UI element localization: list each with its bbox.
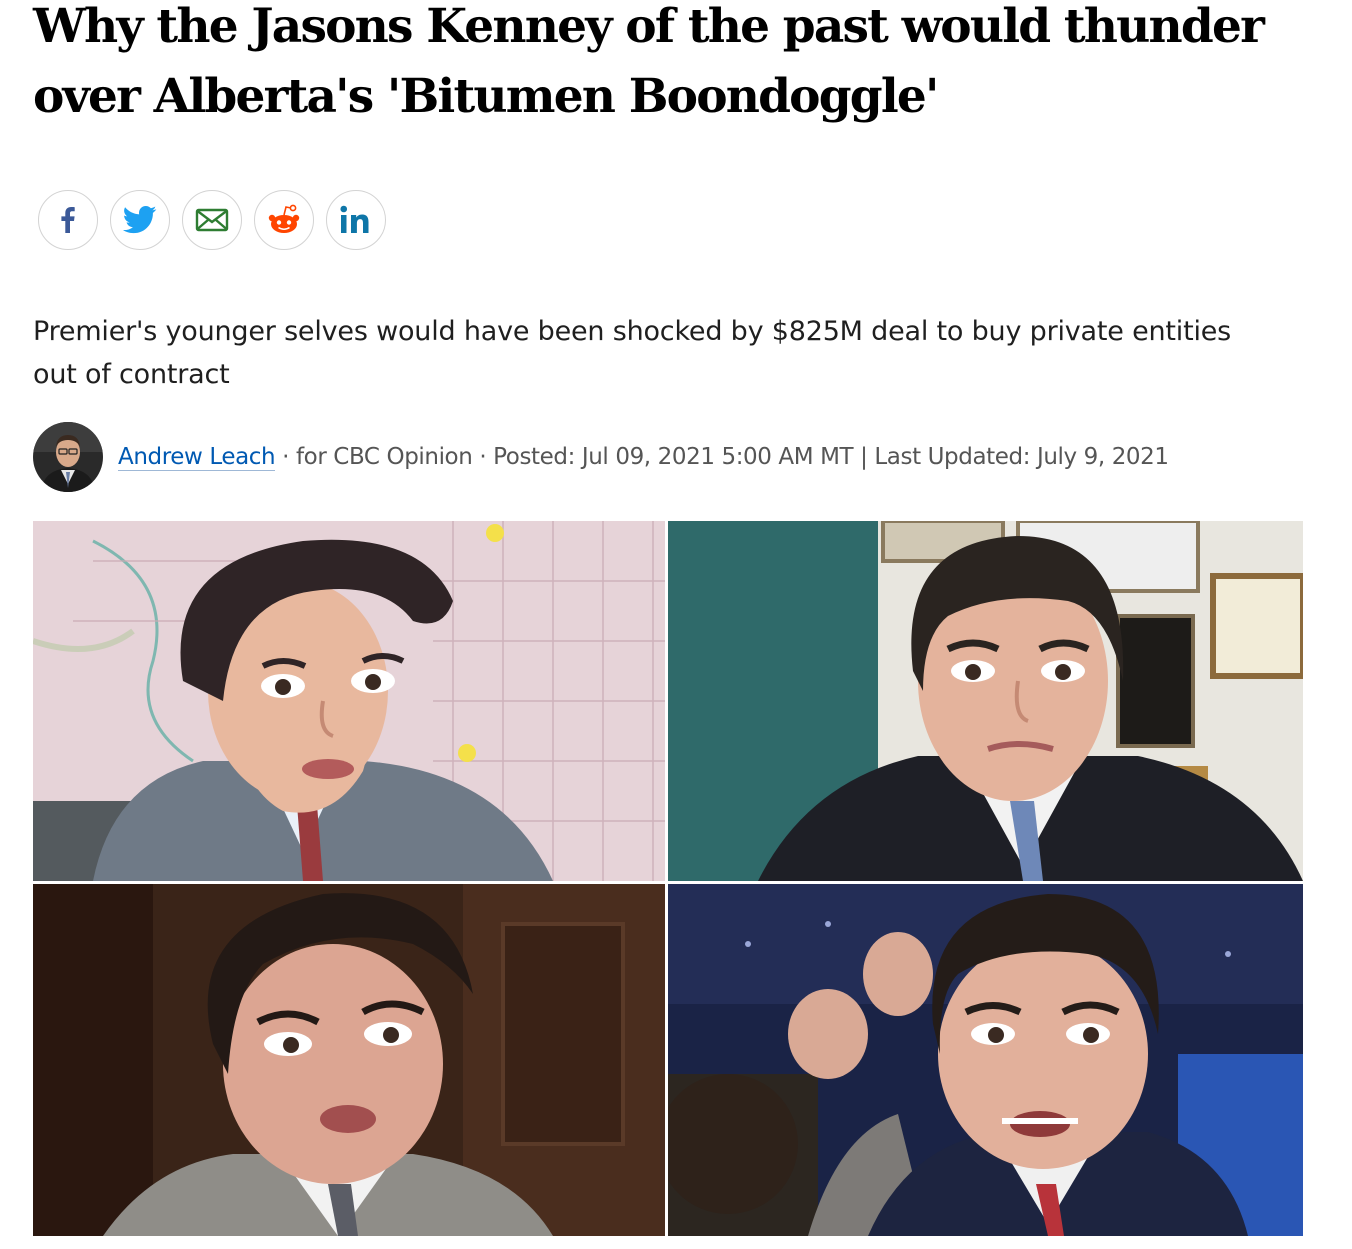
reddit-icon [268, 204, 300, 233]
byline: Andrew Leach · for CBC Opinion · Posted:… [33, 422, 1169, 492]
share-linkedin-button[interactable] [326, 190, 386, 250]
share-twitter-button[interactable] [110, 190, 170, 250]
share-reddit-button[interactable] [254, 190, 314, 250]
share-email-button[interactable] [182, 190, 242, 250]
byline-outlet: for CBC Opinion [295, 444, 473, 470]
byline-separator: · [472, 444, 494, 470]
byline-separator: · [275, 444, 296, 470]
updated-date: Last Updated: July 9, 2021 [874, 444, 1169, 470]
lead-image [33, 521, 1303, 1236]
linkedin-icon [340, 205, 369, 233]
photo-panel-top-right [668, 521, 1303, 881]
article-headline: Why the Jasons Kenney of the past would … [33, 0, 1265, 124]
photo-panel-bottom-left [33, 884, 665, 1236]
author-link[interactable]: Andrew Leach [118, 444, 276, 471]
byline-separator: | [853, 444, 875, 470]
posted-date: Posted: Jul 09, 2021 5:00 AM MT [493, 444, 854, 470]
facebook-icon [61, 207, 75, 233]
byline-text: Andrew Leach · for CBC Opinion · Posted:… [118, 444, 1169, 471]
email-icon [195, 208, 229, 232]
twitter-icon [123, 205, 157, 234]
photo-panel-bottom-right [668, 884, 1303, 1236]
author-avatar[interactable] [33, 422, 103, 492]
photo-panel-top-left [33, 521, 665, 881]
share-bar [38, 190, 386, 250]
share-facebook-button[interactable] [38, 190, 98, 250]
article-deck: Premier's younger selves would have been… [33, 316, 1232, 390]
